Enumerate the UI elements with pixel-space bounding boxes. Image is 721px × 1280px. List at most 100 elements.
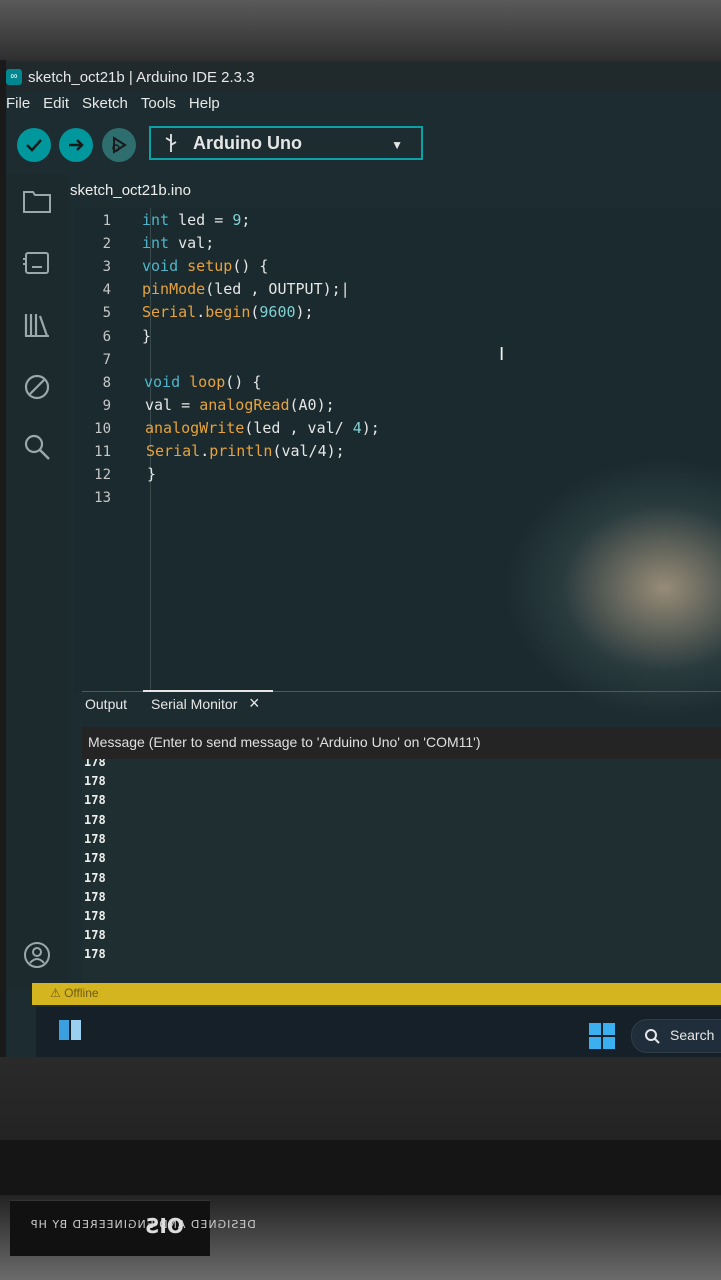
line-number: 10 xyxy=(94,421,111,437)
brand-text: DESIGNED AND ENGINEERED BY HP xyxy=(30,1218,256,1231)
serial-line: 178 xyxy=(84,793,106,807)
menu-edit[interactable]: Edit xyxy=(43,95,69,119)
keyword-token: int xyxy=(142,234,170,252)
monitor-bezel-top xyxy=(0,0,721,60)
line-number: 13 xyxy=(94,490,111,506)
code-line[interactable]: } xyxy=(142,327,151,345)
line-number: 9 xyxy=(102,398,111,414)
arrow-right-icon xyxy=(69,139,84,151)
arduino-logo-icon: ∞ xyxy=(6,69,22,85)
screen-glare xyxy=(504,458,721,718)
function-token: setup xyxy=(187,257,233,275)
number-token: 4 xyxy=(352,419,362,437)
serial-message-input[interactable]: Message (Enter to send message to 'Ardui… xyxy=(82,727,721,760)
toolbar: Arduino Uno ▼ xyxy=(6,124,721,172)
menu-file[interactable]: File xyxy=(6,95,30,119)
line-number: 1 xyxy=(102,213,111,229)
library-manager-icon[interactable] xyxy=(20,308,54,342)
serial-output: 178 178 178 178 178 178 178 178 178 178 … xyxy=(82,759,721,981)
number-token: 9 xyxy=(232,211,242,229)
function-token: println xyxy=(209,442,273,460)
taskbar-search[interactable]: Search xyxy=(631,1019,721,1053)
function-token: analogWrite xyxy=(145,419,245,437)
debug-sidebar-icon[interactable] xyxy=(20,370,54,404)
file-tab[interactable]: sketch_oct21b.ino xyxy=(68,174,230,208)
serial-line: 178 xyxy=(84,832,106,846)
search-icon xyxy=(645,1029,660,1044)
serial-line: 178 xyxy=(84,774,106,788)
account-icon[interactable] xyxy=(20,938,54,972)
search-icon[interactable] xyxy=(20,430,54,464)
status-bar: ⚠ Offline xyxy=(32,983,721,1005)
line-number: 11 xyxy=(94,444,111,460)
chevron-down-icon: ▼ xyxy=(391,138,403,152)
serial-line-partial: 178 xyxy=(84,759,106,769)
menu-tools[interactable]: Tools xyxy=(141,95,176,119)
code-line[interactable]: int val; xyxy=(142,234,214,252)
serial-line: 178 xyxy=(84,947,106,961)
line-number: 12 xyxy=(94,467,111,483)
keyword-token: int xyxy=(142,211,170,229)
code-line[interactable]: void loop() { xyxy=(144,373,261,391)
code-line[interactable]: Serial.println(val/4); xyxy=(146,442,345,460)
code-line[interactable]: int led = 9; xyxy=(142,211,250,229)
window-title: sketch_oct21b | Arduino IDE 2.3.3 xyxy=(28,68,255,86)
line-number: 2 xyxy=(102,236,111,252)
function-token: analogRead xyxy=(199,396,290,414)
line-number: 8 xyxy=(102,375,111,391)
function-token: Serial xyxy=(142,303,197,321)
search-label: Search xyxy=(670,1027,715,1043)
tab-serial-monitor[interactable]: Serial Monitor xyxy=(151,696,237,712)
folder-icon[interactable] xyxy=(20,184,54,218)
code-line[interactable]: pinMode(led , OUTPUT);| xyxy=(142,280,350,298)
serial-line: 178 xyxy=(84,813,106,827)
text-cursor-icon: I xyxy=(499,344,505,365)
function-token: pinMode xyxy=(142,280,206,298)
line-number: 5 xyxy=(102,305,111,321)
message-placeholder: Message (Enter to send message to 'Ardui… xyxy=(88,734,481,750)
upload-button[interactable] xyxy=(59,128,93,162)
screen: ∞ sketch_oct21b | Arduino IDE 2.3.3 File… xyxy=(6,62,721,1057)
line-number: 7 xyxy=(102,352,111,368)
code-line[interactable]: } xyxy=(147,465,156,483)
code-line[interactable]: void setup() { xyxy=(142,257,268,275)
line-number: 3 xyxy=(102,259,111,275)
tab-output[interactable]: Output xyxy=(85,696,127,712)
keyword-token: void xyxy=(142,257,179,275)
board-manager-icon[interactable] xyxy=(20,246,54,280)
monitor-stand-strip xyxy=(0,1140,721,1195)
number-token: 9600 xyxy=(259,303,296,321)
line-number: 6 xyxy=(102,329,111,345)
sidebar xyxy=(6,174,68,989)
model-mark: OIS xyxy=(145,1214,184,1238)
function-token: loop xyxy=(189,373,226,391)
verify-button[interactable] xyxy=(17,128,51,162)
function-token: Serial xyxy=(146,442,201,460)
menu-help[interactable]: Help xyxy=(189,95,220,119)
menu-sketch[interactable]: Sketch xyxy=(82,95,128,119)
debug-button[interactable] xyxy=(102,128,136,162)
board-selector[interactable]: Arduino Uno ▼ xyxy=(149,126,423,160)
keyword-token: void xyxy=(144,373,181,391)
offline-status: ⚠ Offline xyxy=(50,986,99,1000)
code-line[interactable]: val = analogRead(A0); xyxy=(145,396,335,414)
widgets-icon[interactable] xyxy=(58,1019,82,1041)
serial-line: 178 xyxy=(84,851,106,865)
windows-start-icon[interactable] xyxy=(589,1023,615,1049)
line-number: 4 xyxy=(102,282,111,298)
function-token: begin xyxy=(205,303,251,321)
checkmark-icon xyxy=(26,139,42,152)
title-bar: ∞ sketch_oct21b | Arduino IDE 2.3.3 xyxy=(6,62,721,92)
debug-icon xyxy=(112,136,127,154)
close-icon[interactable]: × xyxy=(249,693,260,714)
serial-line: 178 xyxy=(84,890,106,904)
code-line[interactable]: analogWrite(led , val/ 4); xyxy=(145,419,380,437)
usb-icon xyxy=(165,134,177,152)
serial-line: 178 xyxy=(84,909,106,923)
taskbar: Search xyxy=(36,1007,721,1057)
menu-bar: File Edit Sketch Tools Help xyxy=(6,95,233,119)
active-tab-indicator xyxy=(143,690,273,692)
board-name: Arduino Uno xyxy=(193,132,302,153)
code-line[interactable]: Serial.begin(9600); xyxy=(142,303,314,321)
serial-line: 178 xyxy=(84,871,106,885)
